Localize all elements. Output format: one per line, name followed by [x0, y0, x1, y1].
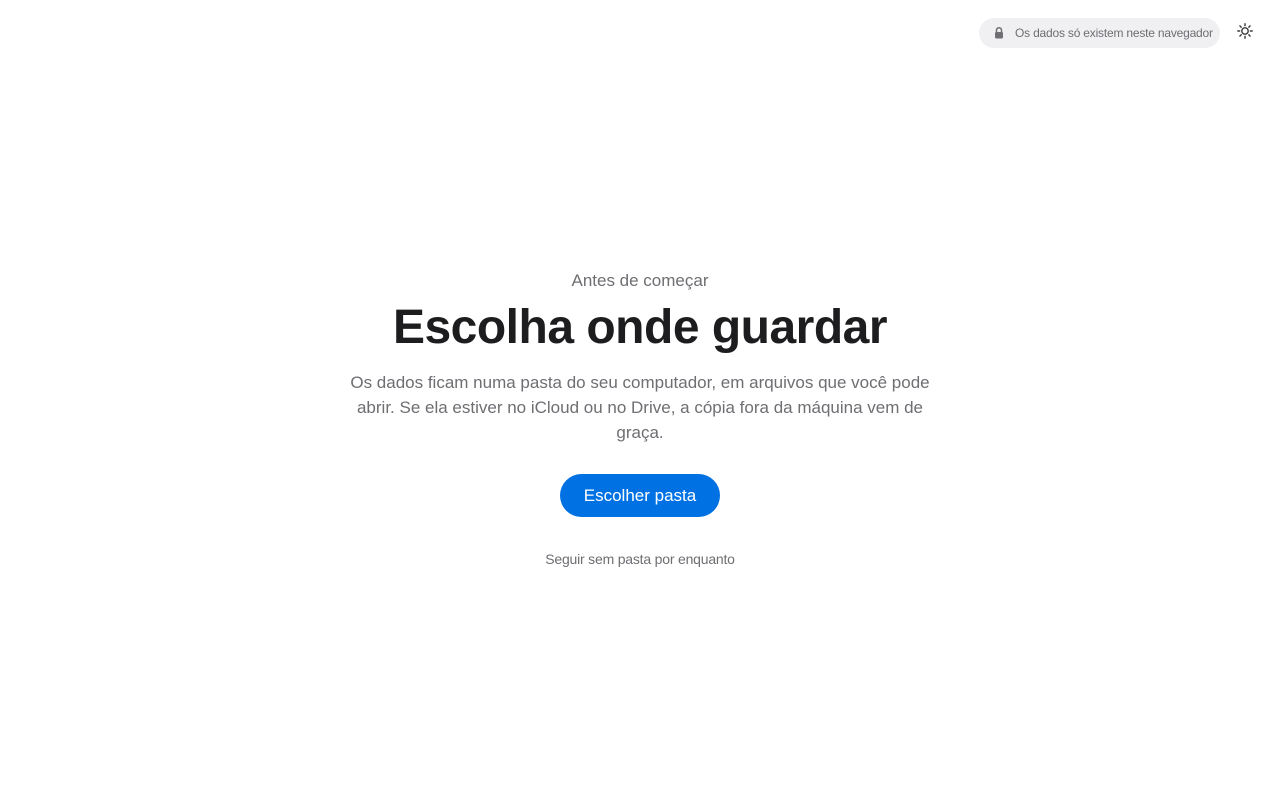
theme-toggle-button[interactable] [1235, 22, 1255, 44]
privacy-notice-badge: Os dados só existem neste navegador [979, 18, 1220, 48]
continue-without-folder-link[interactable]: Seguir sem pasta por enquanto [545, 550, 735, 568]
sun-icon [1237, 22, 1253, 44]
page-title: Escolha onde guardar [392, 301, 888, 354]
privacy-notice-text: Os dados só existem neste navegador [1015, 26, 1213, 40]
onboarding-panel: Antes de começar Escolha onde guardar Os… [0, 270, 1280, 568]
onboarding-description: Os dados ficam numa pasta do seu computa… [350, 373, 930, 442]
lock-icon [994, 26, 1004, 40]
onboarding-eyebrow: Antes de começar [571, 271, 709, 290]
choose-folder-button[interactable]: Escolher pasta [560, 474, 720, 517]
